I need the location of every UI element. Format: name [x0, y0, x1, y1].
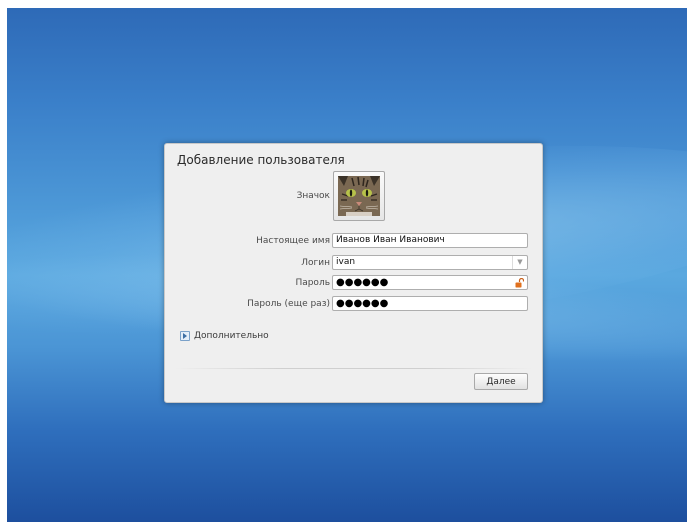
realname-input[interactable]: Иванов Иван Иванович [332, 233, 528, 248]
avatar-button[interactable] [333, 171, 385, 221]
button-separator [175, 368, 532, 369]
cat-avatar-icon [338, 176, 380, 216]
icon-label: Значок [296, 191, 330, 201]
password-input[interactable]: ●●●●●● [332, 275, 528, 290]
expander-arrow-icon [180, 331, 190, 341]
chevron-down-icon[interactable]: ▼ [512, 256, 527, 269]
password-repeat-label: Пароль (еще раз) [247, 299, 330, 309]
login-combobox[interactable]: ivan ▼ [332, 255, 528, 270]
advanced-label: Дополнительно [194, 331, 269, 341]
realname-label: Настоящее имя [256, 236, 330, 246]
next-button[interactable]: Далее [474, 373, 528, 390]
password-label: Пароль [295, 278, 330, 288]
add-user-dialog: Добавление пользователя Значок Настоящее… [164, 143, 543, 403]
advanced-expander[interactable]: Дополнительно [180, 331, 269, 341]
login-label: Логин [301, 258, 330, 268]
login-value: ivan [336, 257, 356, 267]
password-repeat-mask: ●●●●●● [336, 298, 389, 309]
unlocked-padlock-icon [515, 277, 525, 288]
dialog-title: Добавление пользователя [177, 153, 345, 167]
password-mask: ●●●●●● [336, 277, 389, 288]
password-repeat-input[interactable]: ●●●●●● [332, 296, 528, 311]
desktop-background: Добавление пользователя Значок Настоящее… [7, 8, 687, 522]
